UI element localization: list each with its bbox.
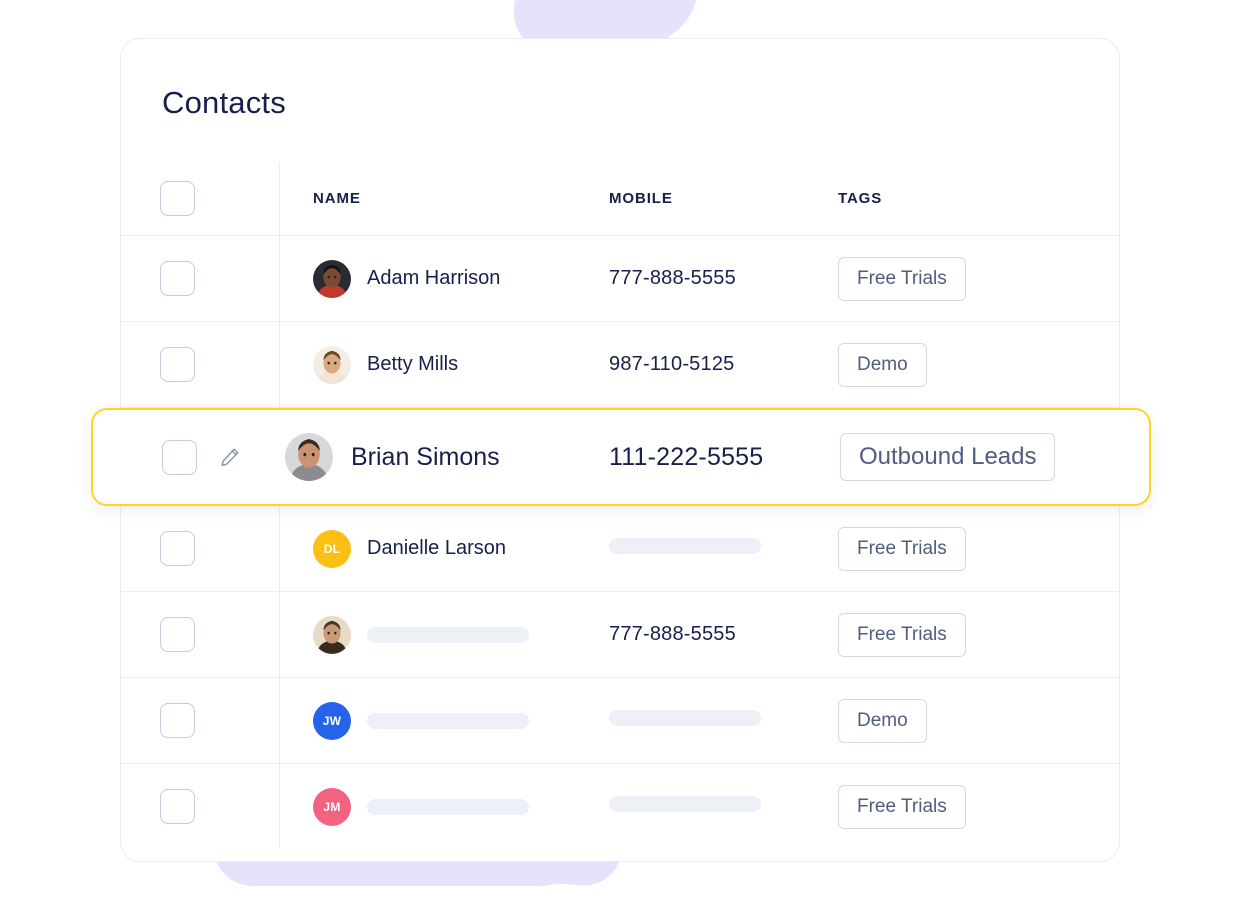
contact-name: Betty Mills <box>367 353 459 375</box>
avatar <box>285 433 333 481</box>
tag-chip[interactable]: Free Trials <box>838 526 966 571</box>
contacts-table: NAME MOBILE TAGS Adam Harrison 777-888-5555 F… <box>91 162 1151 861</box>
row-checkbox[interactable] <box>162 439 197 475</box>
row-tags-cell: Free Trials <box>837 612 1119 657</box>
table-row-selected[interactable]: Brian Simons 111-222-5555 Outbound Leads <box>91 408 1151 506</box>
row-checkbox[interactable] <box>160 617 195 652</box>
row-tags-cell: Outbound Leads <box>839 433 1149 481</box>
row-name-cell: DL Danielle Larson <box>280 529 605 568</box>
row-select-cell <box>93 410 282 504</box>
row-select-cell <box>121 506 280 591</box>
contact-mobile: 987-110-5125 <box>609 353 735 375</box>
header-tags-label: TAGS <box>838 189 883 207</box>
row-mobile-cell: 777-888-5555 <box>605 267 837 290</box>
header-tags-cell: TAGS <box>837 190 1119 208</box>
row-mobile-cell <box>605 710 837 731</box>
row-tags-cell: Free Trials <box>837 256 1119 301</box>
tag-chip[interactable]: Free Trials <box>838 784 966 829</box>
contact-name: Danielle Larson <box>367 537 506 559</box>
row-name-cell: Adam Harrison <box>280 259 605 298</box>
row-tags-cell: Free Trials <box>837 784 1119 829</box>
row-name-cell: Betty Mills <box>280 345 605 384</box>
header-mobile-cell: MOBILE <box>605 190 837 208</box>
mobile-placeholder-bar <box>609 538 761 554</box>
row-mobile-cell <box>605 796 837 817</box>
header-name-cell: NAME <box>280 190 605 207</box>
row-mobile-cell: 777-888-5555 <box>605 623 837 646</box>
mobile-placeholder-bar <box>609 796 761 812</box>
row-mobile-cell <box>605 538 837 559</box>
tag-chip[interactable]: Demo <box>838 698 927 743</box>
tag-chip[interactable]: Demo <box>838 342 927 387</box>
contact-name: Brian Simons <box>351 442 500 471</box>
table-header-row: NAME MOBILE TAGS <box>121 162 1119 235</box>
contact-mobile: 777-888-5555 <box>609 267 736 289</box>
avatar: DL <box>313 529 351 568</box>
avatar <box>313 345 351 384</box>
table-row[interactable]: Betty Mills 987-110-5125 Demo <box>121 321 1119 407</box>
tag-chip[interactable]: Free Trials <box>838 612 966 657</box>
row-name-cell: JW <box>280 701 605 740</box>
row-checkbox[interactable] <box>160 261 195 296</box>
row-name-cell: Brian Simons <box>282 433 607 481</box>
row-select-cell <box>121 764 280 849</box>
name-placeholder-bar <box>367 712 529 729</box>
avatar <box>313 259 351 298</box>
contact-mobile: 111-222-5555 <box>609 442 764 471</box>
header-name-label: NAME <box>313 190 361 207</box>
row-tags-cell: Demo <box>837 698 1119 743</box>
row-name-cell: JM <box>280 787 605 826</box>
row-checkbox[interactable] <box>160 531 195 566</box>
row-tags-cell: Free Trials <box>837 526 1119 571</box>
row-select-cell <box>121 322 280 407</box>
tag-chip[interactable]: Free Trials <box>838 256 966 301</box>
select-all-checkbox[interactable] <box>160 181 195 216</box>
avatar: JM <box>313 787 351 826</box>
table-row[interactable]: DL Danielle Larson Free Trials <box>121 505 1119 591</box>
highlighted-row-slot: Brian Simons 111-222-5555 Outbound Leads <box>91 407 1151 506</box>
header-mobile-label: MOBILE <box>609 189 673 207</box>
row-select-cell <box>121 236 280 321</box>
row-tags-cell: Demo <box>837 342 1119 387</box>
contact-mobile: 777-888-5555 <box>609 623 736 645</box>
page-title: Contacts <box>162 85 286 120</box>
row-select-cell <box>121 678 280 763</box>
row-checkbox[interactable] <box>160 789 195 824</box>
row-mobile-cell: 987-110-5125 <box>605 353 837 376</box>
name-placeholder-bar <box>367 798 529 815</box>
row-name-cell <box>280 615 605 654</box>
row-checkbox[interactable] <box>160 703 195 738</box>
pencil-icon[interactable] <box>219 446 241 468</box>
contact-name: Adam Harrison <box>367 267 501 289</box>
header-select-all-cell <box>121 162 280 235</box>
mobile-placeholder-bar <box>609 710 761 726</box>
table-row[interactable]: 777-888-5555 Free Trials <box>121 591 1119 677</box>
avatar: JW <box>313 701 351 740</box>
row-checkbox[interactable] <box>160 347 195 382</box>
avatar <box>313 615 351 654</box>
table-row[interactable]: JW Demo <box>121 677 1119 763</box>
row-mobile-cell: 111-222-5555 <box>607 443 839 472</box>
table-row[interactable]: JM Free Trials <box>121 763 1119 849</box>
contacts-card: Contacts NAME MOBILE TAGS Adam Harrison 777-… <box>91 38 1151 862</box>
name-placeholder-bar <box>367 626 529 643</box>
table-row[interactable]: Adam Harrison 777-888-5555 Free Trials <box>121 235 1119 321</box>
row-select-cell <box>121 592 280 677</box>
tag-chip[interactable]: Outbound Leads <box>840 433 1056 481</box>
